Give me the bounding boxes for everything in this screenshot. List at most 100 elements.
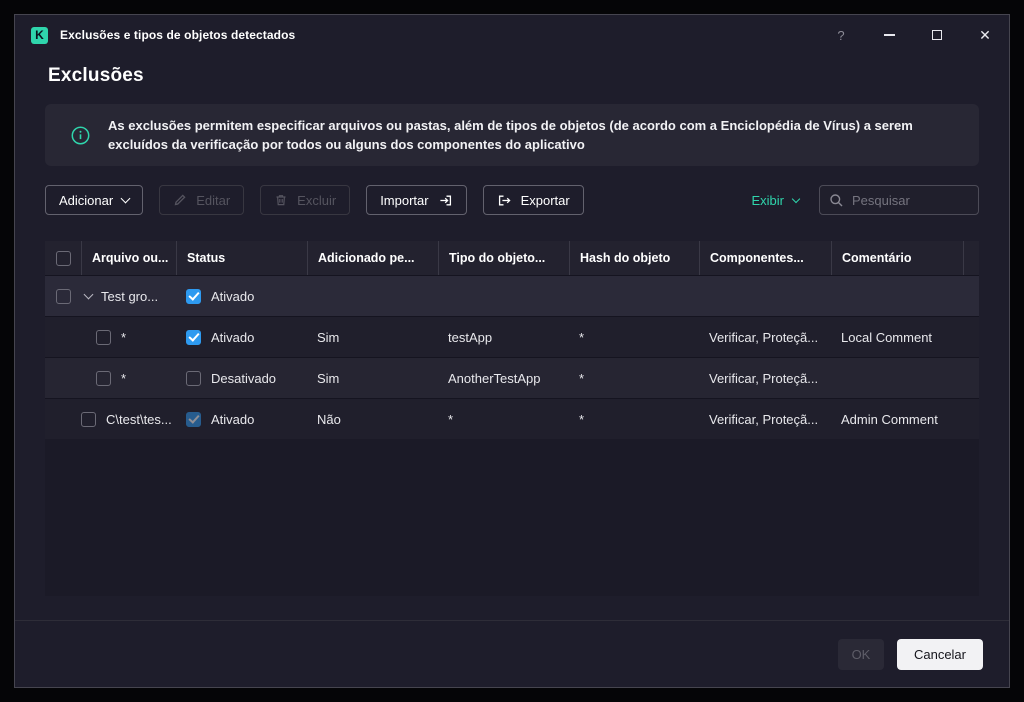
search-icon [830,193,843,206]
minimize-icon [883,34,895,36]
page-title: Exclusões [48,65,144,86]
table-row[interactable]: * Ativado Sim testApp * Verificar, Prote… [45,316,979,357]
empty-cell [963,317,979,357]
maximize-icon [932,30,942,40]
status-cell: Ativado [176,399,307,439]
chevron-down-icon[interactable] [83,289,94,299]
add-button-label: Adicionar [59,192,114,208]
chevron-down-icon [791,194,801,203]
titlebar: K Exclusões e tipos de objetos detectado… [15,15,1009,55]
hash-cell: * [579,370,585,386]
import-button[interactable]: Importar [366,185,467,215]
status-label: Ativado [211,288,255,304]
export-button-label: Exportar [520,192,570,208]
status-cell: Desativado [176,358,307,398]
select-all-cell [45,241,81,275]
info-banner: As exclusões permitem especificar arquiv… [45,104,979,166]
trash-icon [276,195,286,206]
maximize-button[interactable] [925,23,949,47]
delete-button[interactable]: Excluir [260,185,351,215]
hash-cell: * [579,411,585,427]
hash-cell: * [579,329,585,345]
added-by-cell: Sim [317,370,340,386]
import-button-label: Importar [380,192,429,208]
kaspersky-logo-icon: K [31,26,48,44]
status-label: Ativado [211,411,255,427]
status-checkbox[interactable] [186,370,201,386]
empty-cell [569,276,699,316]
empty-cell [699,276,831,316]
column-header-file[interactable]: Arquivo ou... [81,241,176,275]
empty-cell [963,358,979,398]
app-window: K Exclusões e tipos de objetos detectado… [14,14,1010,688]
object-type-cell: testApp [448,329,493,345]
column-header-gutter [963,241,979,275]
object-type-cell: AnotherTestApp [448,370,541,386]
row-select-checkbox[interactable] [81,411,96,427]
group-status-cell: Ativado [176,276,307,316]
minimize-button[interactable] [877,23,901,47]
column-header-object-type[interactable]: Tipo do objeto... [438,241,569,275]
import-icon [439,195,451,205]
file-cell: * [81,358,176,398]
table-row-group[interactable]: Test gro... Ativado [45,275,979,316]
file-cell: * [81,317,176,357]
column-header-comment[interactable]: Comentário [831,241,963,275]
row-select-cell [45,358,81,398]
chevron-down-icon [120,193,131,203]
cancel-button[interactable]: Cancelar [896,638,983,670]
empty-cell [307,276,438,316]
edit-button-label: Editar [196,192,231,208]
column-header-added-by[interactable]: Adicionado pe... [307,241,438,275]
status-checkbox[interactable] [186,329,201,345]
comment-cell: Local Comment [841,329,933,345]
row-select-cell [45,317,81,357]
info-icon [71,126,90,144]
export-button[interactable]: Exportar [482,185,584,215]
comment-cell: Admin Comment [841,411,938,427]
select-all-checkbox[interactable] [55,250,71,266]
status-cell: Ativado [176,317,307,357]
status-checkbox[interactable] [186,288,201,304]
row-select-checkbox[interactable] [96,370,111,386]
group-name-cell: Test gro... [81,276,176,316]
added-by-cell: Não [317,411,341,427]
window-title: Exclusões e tipos de objetos detectados [60,28,296,42]
view-dropdown-label: Exibir [751,192,784,208]
footer-bar: OK Cancelar [15,620,1009,687]
exclusions-table: Arquivo ou... Status Adicionado pe... Ti… [45,241,979,596]
toolbar: Adicionar Editar Excluir Importar Export… [45,185,979,215]
components-cell: Verificar, Proteçã... [709,329,819,345]
column-header-status[interactable]: Status [176,241,307,275]
file-value: * [121,329,127,345]
empty-cell [963,399,979,439]
table-header: Arquivo ou... Status Adicionado pe... Ti… [45,241,979,275]
view-dropdown[interactable]: Exibir [751,192,801,208]
components-cell: Verificar, Proteçã... [709,370,819,386]
empty-cell [438,276,569,316]
ok-button[interactable]: OK [837,638,884,670]
add-button[interactable]: Adicionar [45,185,144,215]
row-select-checkbox[interactable] [55,288,71,304]
status-checkbox[interactable] [186,411,201,427]
row-select-cell [45,276,81,316]
status-label: Desativado [211,370,277,386]
pencil-icon [174,194,186,206]
column-header-hash[interactable]: Hash do objeto [569,241,699,275]
help-button[interactable]: ? [829,23,853,47]
column-header-components[interactable]: Componentes... [699,241,831,275]
search-input[interactable] [852,192,969,208]
window-controls: ? ✕ [805,23,997,47]
row-select-cell [45,399,81,439]
info-banner-text: As exclusões permitem especificar arquiv… [108,117,913,153]
row-select-checkbox[interactable] [96,329,111,345]
table-row[interactable]: * Desativado Sim AnotherTestApp * Verifi… [45,357,979,398]
empty-cell [831,276,963,316]
status-label: Ativado [211,329,255,345]
export-icon [498,195,511,205]
edit-button[interactable]: Editar [159,185,245,215]
table-row[interactable]: C\test\tes... Ativado Não * * Verificar,… [45,398,979,439]
delete-button-label: Excluir [297,192,337,208]
close-button[interactable]: ✕ [973,23,997,47]
group-name: Test gro... [101,288,159,304]
